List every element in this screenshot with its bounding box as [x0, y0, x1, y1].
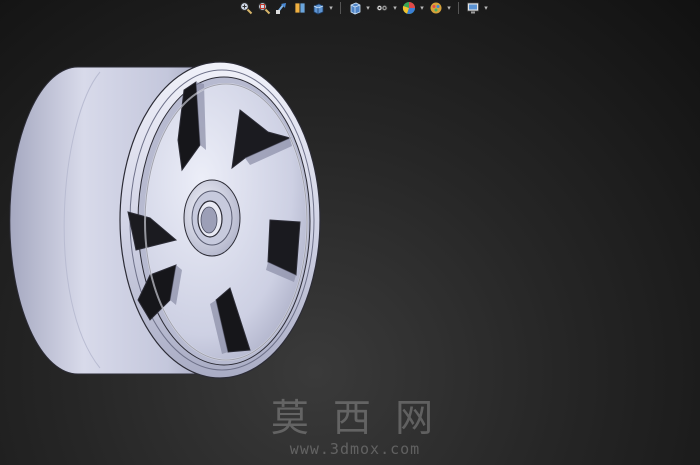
watermark: 莫 西 网 www.3dmox.com — [255, 398, 455, 458]
graphics-viewport[interactable]: ▾ ▾ ▾ ▾ ▾ ▾ 莫 西 网 www.3dmox.com — [0, 0, 700, 465]
watermark-title: 莫 西 网 — [270, 396, 440, 440]
watermark-url: www.3dmox.com — [289, 440, 421, 458]
